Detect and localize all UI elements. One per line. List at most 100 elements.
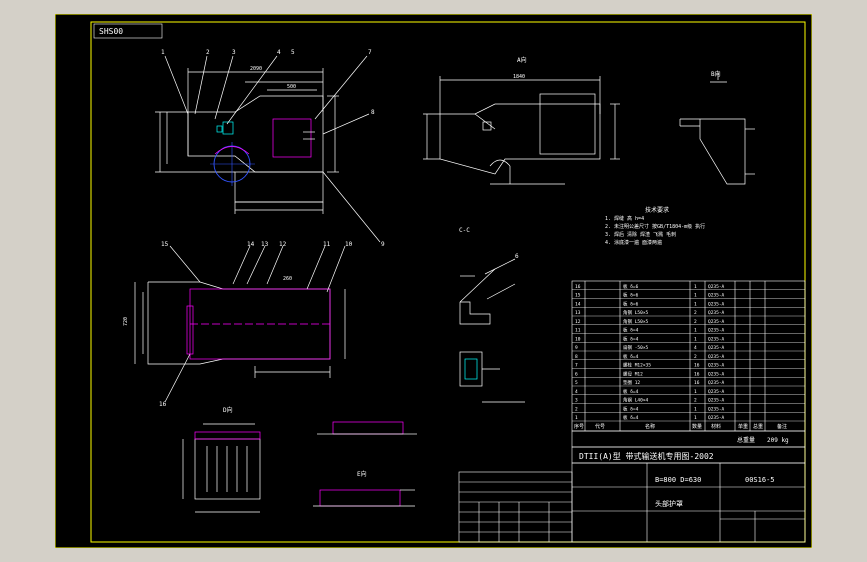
parts-cell-qty: 2 <box>694 354 697 360</box>
callout-12: 12 <box>279 241 287 248</box>
dim-top-width: 2090 <box>250 66 262 72</box>
parts-cell-no: 14 <box>575 301 581 307</box>
callout-3: 3 <box>232 49 236 56</box>
parts-cell-name: 板 δ=4 <box>623 414 639 421</box>
hdr-mat: 材料 <box>711 423 721 430</box>
parts-cell-no: 4 <box>575 389 578 395</box>
series-title: DTII(A)型 带式输送机专用图-2002 <box>579 451 714 461</box>
parts-cell-qty: 1 <box>694 284 697 290</box>
parts-cell-mat: Q235-A <box>708 310 725 316</box>
hdr-code: 代号 <box>595 423 605 430</box>
hdr-name: 名称 <box>645 423 655 430</box>
dim-small-1: 500 <box>287 84 296 90</box>
parts-cell-name: 角钢 L50×5 <box>623 318 649 325</box>
parts-cell-no: 10 <box>575 336 581 342</box>
callout-11: 11 <box>323 241 331 248</box>
parts-cell-name: 螺母 M12 <box>623 370 643 377</box>
parts-cell-no: 9 <box>575 345 578 351</box>
title-block <box>458 430 806 543</box>
parts-cell-mat: Q235-A <box>708 363 725 369</box>
note-line-1: 1. 焊缝 高 h=4 <box>605 215 644 222</box>
bottom-middle-detail <box>313 421 417 507</box>
hdr-unit: 单重 <box>738 423 748 430</box>
parts-cell-mat: Q235-A <box>708 354 725 360</box>
parts-cell-qty: 1 <box>694 301 697 307</box>
callout-15: 15 <box>161 241 169 248</box>
hdr-no: 序号 <box>574 423 584 430</box>
view-a <box>423 76 620 185</box>
weight-value: 209 kg <box>767 437 789 444</box>
parts-cell-qty: 1 <box>694 406 697 412</box>
pulley-outline <box>210 142 255 186</box>
parts-cell-no: 3 <box>575 398 578 404</box>
parts-cell-no: 11 <box>575 328 581 334</box>
parts-cell-no: 16 <box>575 284 581 290</box>
parts-cell-qty: 1 <box>694 293 697 299</box>
dim-side-height: 720 <box>123 317 129 326</box>
parts-cell-mat: Q235-A <box>708 293 725 299</box>
callout-6: 6 <box>515 253 519 260</box>
parts-cell-name: 板 δ=6 <box>623 292 639 299</box>
parts-cell-qty: 1 <box>694 336 697 342</box>
parts-cell-name: 垫圈 12 <box>623 379 640 386</box>
parts-cell-mat: Q235-A <box>708 284 725 290</box>
parts-cell-mat: Q235-A <box>708 415 725 421</box>
notes-title: 技术要求 <box>645 206 669 214</box>
dim-small-2: 260 <box>283 276 292 282</box>
parts-cell-mat: Q235-A <box>708 389 725 395</box>
parts-cell-name: 板 δ=6 <box>623 300 639 307</box>
params-text: B=800 D=630 <box>655 476 701 484</box>
view-b <box>679 72 755 185</box>
hdr-remark: 备注 <box>777 423 787 430</box>
parts-cell-no: 6 <box>575 371 578 377</box>
drawing-sheet: SHS00 1 2 3 4 5 7 8 9 2090 500 A向 1840 B… <box>55 14 812 548</box>
parts-rows: 16 板 δ=6 1 Q235-A15 板 δ=6 1 Q235-A14 板 δ=6 1 Q235… <box>572 283 805 422</box>
parts-header: 序号 代号 名称 数量 材料 单重 总重 备注 <box>574 423 787 430</box>
parts-cell-mat: Q235-A <box>708 319 725 325</box>
parts-cell-no: 7 <box>575 363 578 369</box>
callout-13: 13 <box>261 241 269 248</box>
parts-cell-qty: 1 <box>694 328 697 334</box>
parts-cell-qty: 1 <box>694 389 697 395</box>
parts-cell-qty: 16 <box>694 363 700 369</box>
parts-cell-no: 15 <box>575 293 581 299</box>
notes: 技术要求 1. 焊缝 高 h=4 2. 未注明公差尺寸 按GB/T1804-m级… <box>605 206 705 246</box>
plan-view <box>134 245 346 403</box>
callout-8: 8 <box>371 109 375 116</box>
parts-cell-qty: 2 <box>694 398 697 404</box>
bottom-left-detail <box>182 423 261 513</box>
parts-cell-name: 板 δ=4 <box>623 353 639 360</box>
part-name: 头部护罩 <box>655 499 683 508</box>
parts-cell-mat: Q235-A <box>708 336 725 342</box>
callout-5: 5 <box>291 49 295 56</box>
callout-7: 7 <box>368 49 372 56</box>
parts-cell-name: 板 δ=6 <box>623 283 639 290</box>
parts-cell-name: 角钢 L50×5 <box>623 309 649 316</box>
parts-cell-no: 8 <box>575 354 578 360</box>
parts-cell-qty: 1 <box>694 415 697 421</box>
view-a-label: A向 <box>517 56 527 64</box>
callout-1: 1 <box>161 49 165 56</box>
hdr-total: 总重 <box>753 423 763 430</box>
parts-cell-no: 2 <box>575 406 578 412</box>
parts-table <box>571 280 806 432</box>
main-view <box>155 55 381 243</box>
parts-cell-mat: Q235-A <box>708 380 725 386</box>
parts-cell-name: 板 δ=4 <box>623 327 639 334</box>
parts-cell-qty: 4 <box>694 345 697 351</box>
note-line-3: 3. 焊后 清除 焊渣 飞溅 毛刺 <box>605 231 676 238</box>
view-b-label: B向 <box>711 70 721 78</box>
parts-cell-qty: 2 <box>694 319 697 325</box>
cad-drawing: SHS00 1 2 3 4 5 7 8 9 2090 500 A向 1840 B… <box>55 14 812 548</box>
callout-16: 16 <box>159 401 167 408</box>
section-details <box>459 258 525 403</box>
note-line-2: 2. 未注明公差尺寸 按GB/T1804-m级 执行 <box>605 223 705 230</box>
parts-cell-qty: 16 <box>694 380 700 386</box>
parts-cell-mat: Q235-A <box>708 398 725 404</box>
hdr-qty: 数量 <box>692 423 702 430</box>
parts-cell-qty: 2 <box>694 310 697 316</box>
view-e-label: E向 <box>357 470 367 478</box>
dim-mid-width: 1840 <box>513 74 525 80</box>
parts-cell-no: 1 <box>575 415 578 421</box>
drawing-number-text: SHS00 <box>99 27 123 36</box>
